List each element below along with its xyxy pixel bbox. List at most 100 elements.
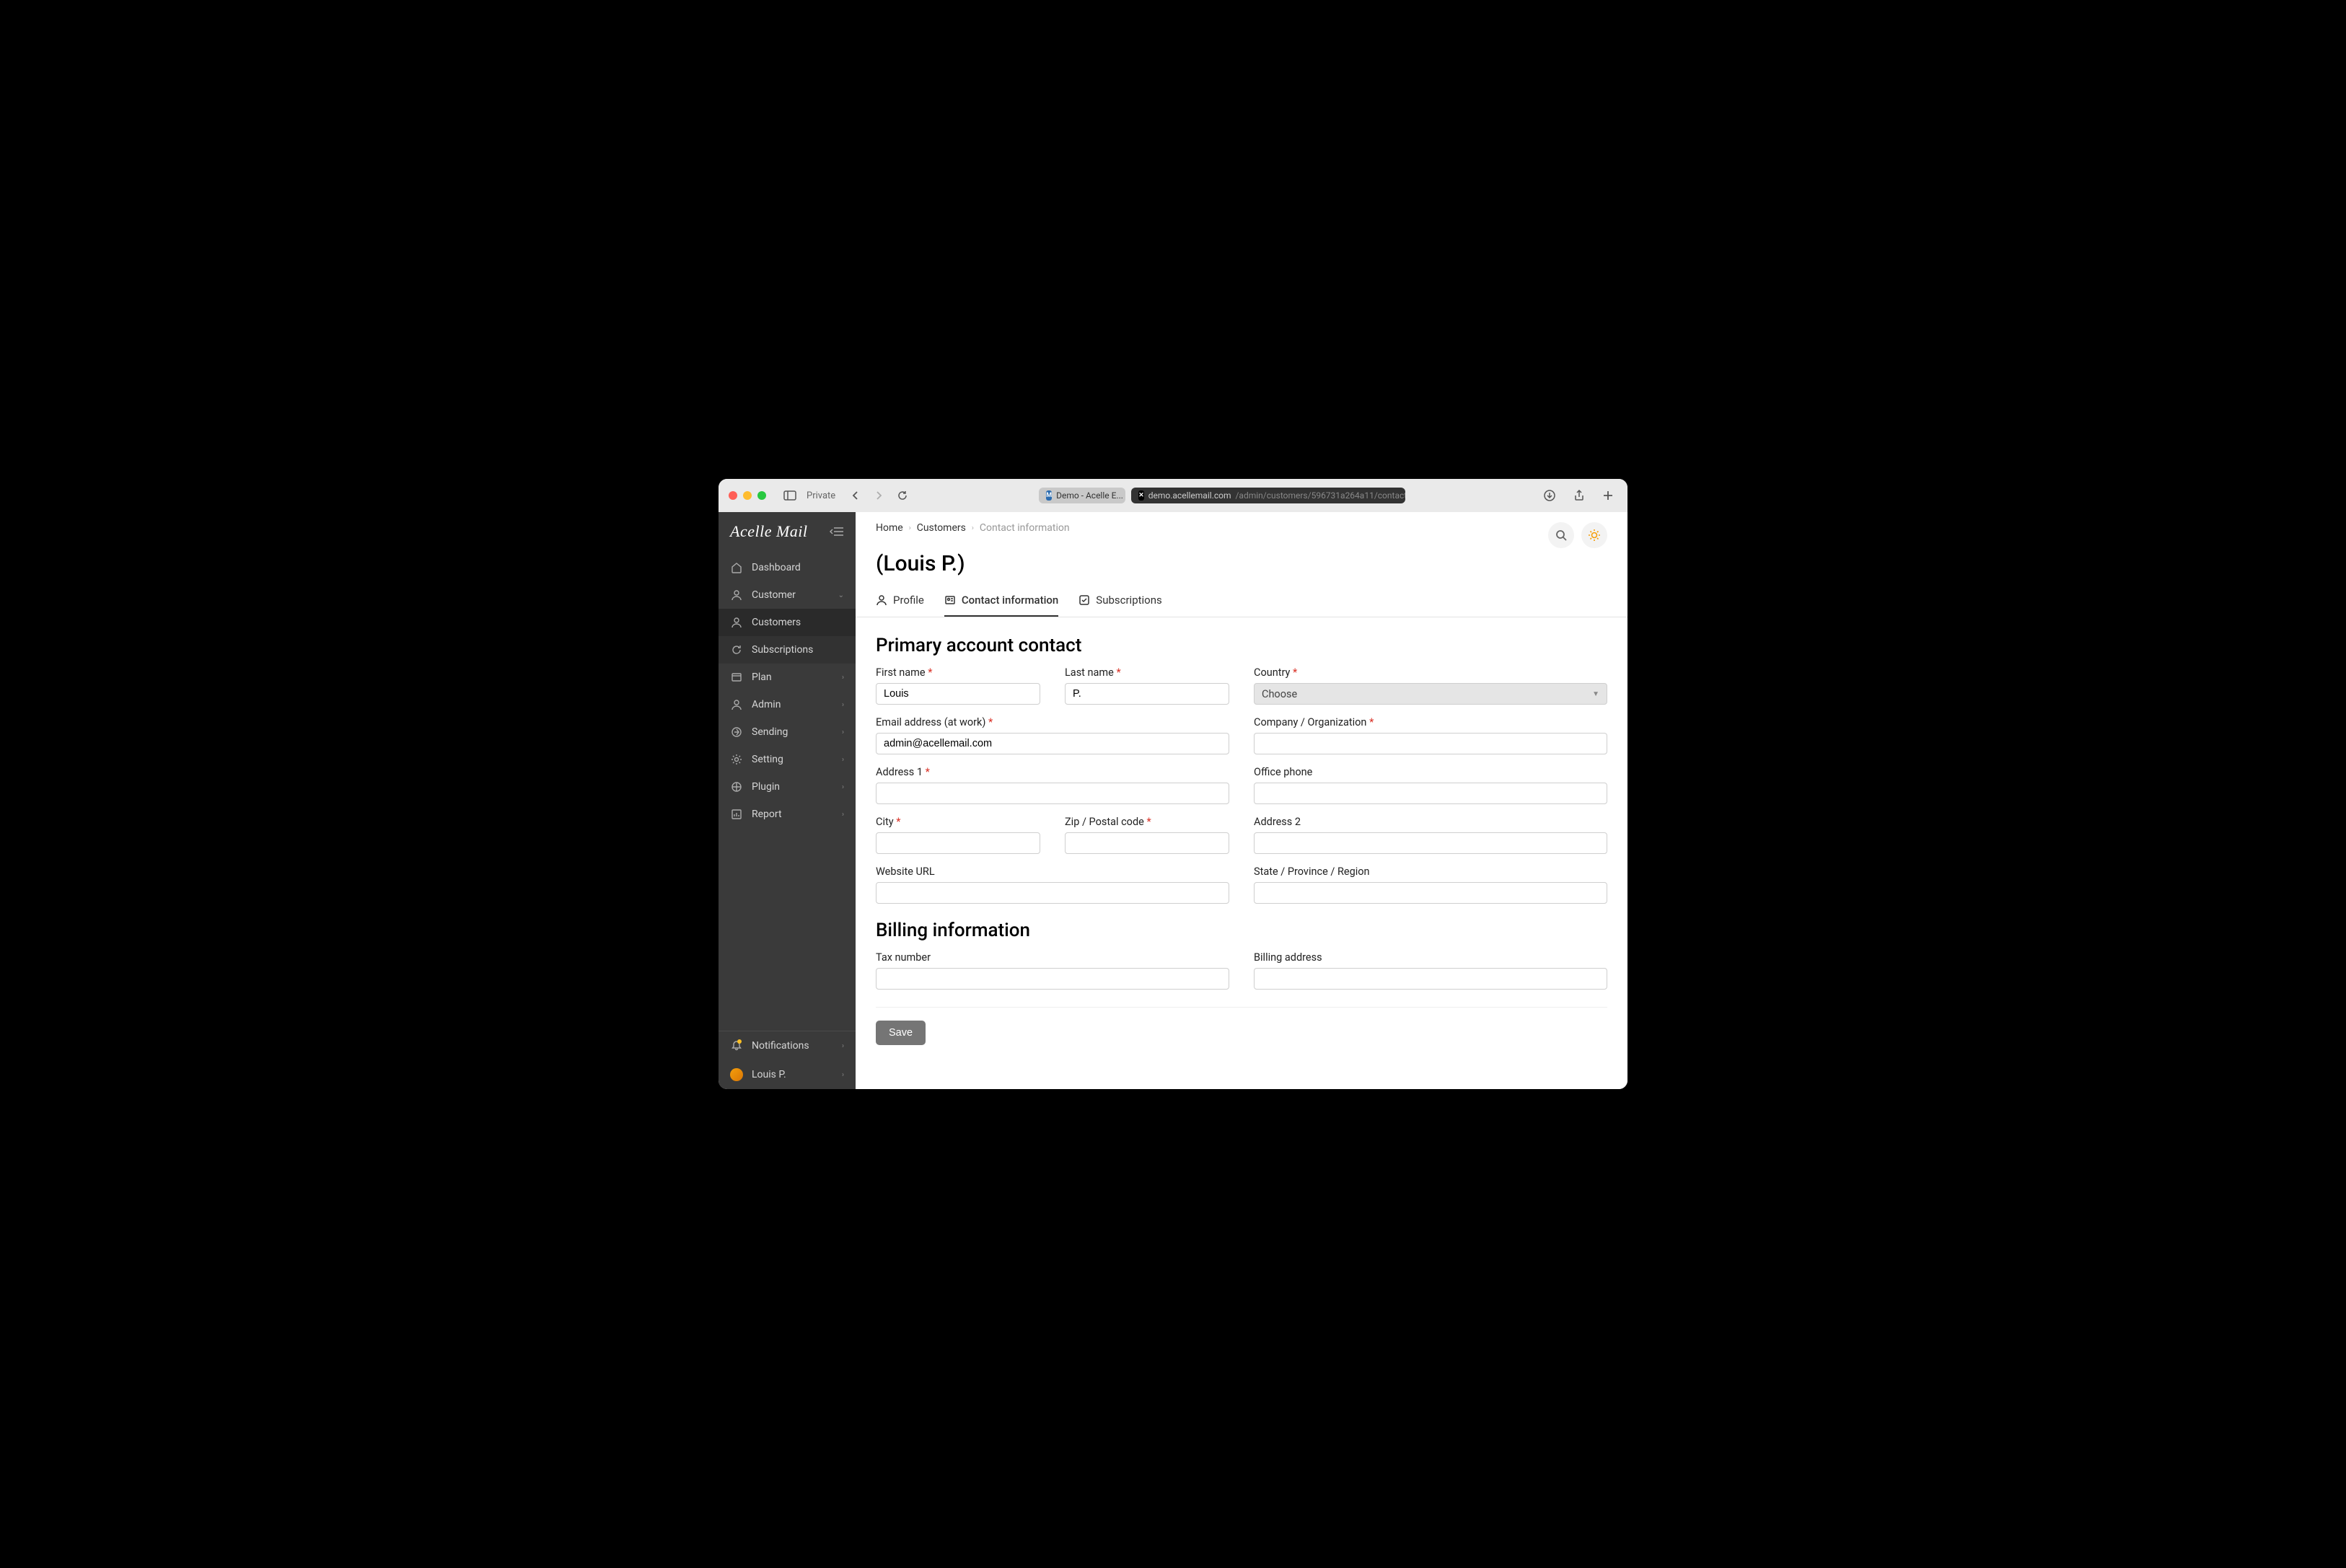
chevron-right-icon: › (842, 728, 844, 736)
tab-subscriptions[interactable]: Subscriptions (1078, 586, 1161, 617)
billing-address-input[interactable] (1254, 968, 1607, 990)
gear-icon (730, 753, 743, 766)
city-input[interactable] (876, 832, 1040, 854)
tab-label: Subscriptions (1096, 594, 1161, 607)
traffic-lights (729, 491, 766, 500)
sidebar-item-user[interactable]: Louis P. › (719, 1060, 856, 1089)
tax-input[interactable] (876, 968, 1229, 990)
sidebar-item-customers[interactable]: Customers (719, 609, 856, 636)
sidebar-item-label: Report (752, 809, 782, 820)
website-input[interactable] (876, 882, 1229, 904)
field-country: Country * Choose ▼ (1254, 666, 1607, 705)
sidebar-item-customer[interactable]: Customer ⌄ (719, 581, 856, 609)
top-actions (1548, 522, 1607, 548)
download-icon[interactable] (1539, 487, 1560, 504)
plugin-icon (730, 780, 743, 793)
sidebar-item-label: Admin (752, 699, 781, 710)
field-tax: Tax number (876, 951, 1229, 990)
chevron-right-icon: › (842, 1042, 844, 1050)
chevron-right-icon: › (842, 701, 844, 709)
section-title-billing: Billing information (876, 920, 1607, 941)
state-input[interactable] (1254, 882, 1607, 904)
breadcrumb-home[interactable]: Home (876, 522, 903, 534)
label-last-name: Last name * (1065, 666, 1229, 679)
sidebar-item-label: Subscriptions (752, 644, 813, 656)
field-website: Website URL (876, 866, 1229, 904)
sidebar-collapse-icon[interactable] (830, 527, 844, 537)
window-close-button[interactable] (729, 491, 737, 500)
breadcrumb-customers[interactable]: Customers (917, 522, 966, 534)
label-city: City * (876, 816, 1040, 828)
sidebar-item-setting[interactable]: Setting › (719, 746, 856, 773)
office-phone-input[interactable] (1254, 783, 1607, 804)
field-email: Email address (at work) * (876, 716, 1229, 754)
back-button[interactable] (847, 488, 864, 503)
private-label: Private (807, 490, 835, 501)
new-tab-icon[interactable] (1599, 488, 1617, 503)
content-area: Primary account contact First name * Las… (856, 617, 1627, 1067)
tabs: Profile Contact information Subscription… (856, 586, 1627, 617)
address1-input[interactable] (876, 783, 1229, 804)
sidebar-item-plan[interactable]: Plan › (719, 664, 856, 691)
browser-tab-inactive[interactable]: M Demo - Acelle E... (1039, 488, 1125, 503)
sidebar-item-label: Notifications (752, 1040, 809, 1052)
browser-window: Private M Demo - Acelle E... ✕ demo.acel… (719, 479, 1627, 1089)
sidebar-item-subscriptions[interactable]: Subscriptions (719, 636, 856, 664)
tab-profile[interactable]: Profile (876, 586, 924, 617)
sidebar-item-sending[interactable]: Sending › (719, 718, 856, 746)
company-input[interactable] (1254, 733, 1607, 754)
search-button[interactable] (1548, 522, 1574, 548)
last-name-input[interactable] (1065, 683, 1229, 705)
save-button[interactable]: Save (876, 1021, 926, 1045)
profile-icon (876, 594, 887, 606)
favicon-icon: M (1046, 490, 1052, 501)
page-title: (Louis P.) (856, 548, 1627, 586)
sidebar-item-label: Plan (752, 671, 772, 683)
email-input[interactable] (876, 733, 1229, 754)
country-select[interactable]: Choose ▼ (1254, 683, 1607, 705)
chevron-right-icon: › (842, 811, 844, 819)
label-office-phone: Office phone (1254, 766, 1607, 778)
label-country: Country * (1254, 666, 1607, 679)
contact-icon (944, 594, 956, 606)
field-company: Company / Organization * (1254, 716, 1607, 754)
field-address1: Address 1 * (876, 766, 1229, 804)
breadcrumb: Home › Customers › Contact information (876, 522, 1070, 534)
home-icon (730, 561, 743, 574)
sidebar-nav: Dashboard Customer ⌄ Customers Subscript… (719, 554, 856, 1031)
plan-icon (730, 671, 743, 684)
sidebar-item-dashboard[interactable]: Dashboard (719, 554, 856, 581)
chevron-right-icon: › (842, 674, 844, 682)
address2-input[interactable] (1254, 832, 1607, 854)
sidebar-item-label: Setting (752, 754, 783, 765)
field-zip: Zip / Postal code * (1065, 816, 1229, 854)
sidebar-item-admin[interactable]: Admin › (719, 691, 856, 718)
zip-input[interactable] (1065, 832, 1229, 854)
field-last-name: Last name * (1065, 666, 1229, 705)
sidebar-item-notifications[interactable]: Notifications › (719, 1031, 856, 1060)
browser-tab-active[interactable]: ✕ demo.acellemail.com/admin/customers/59… (1131, 488, 1405, 503)
avatar (730, 1068, 743, 1081)
tab-contact[interactable]: Contact information (944, 586, 1058, 617)
sidebar: Acelle Mail Dashboard Customer ⌄ Custom (719, 512, 856, 1089)
form-grid: First name * Last name * Email address (… (876, 666, 1607, 904)
breadcrumb-separator: › (909, 524, 911, 532)
forward-button[interactable] (870, 488, 887, 503)
share-icon[interactable] (1570, 487, 1589, 504)
chevron-right-icon: › (842, 783, 844, 791)
label-email: Email address (at work) * (876, 716, 1229, 728)
window-minimize-button[interactable] (743, 491, 752, 500)
sun-icon (1588, 529, 1601, 542)
sidebar-toggle-icon[interactable] (779, 488, 801, 503)
divider (876, 1007, 1607, 1008)
chevron-down-icon: ▼ (1592, 690, 1599, 698)
reload-button[interactable] (893, 488, 912, 503)
theme-button[interactable] (1581, 522, 1607, 548)
field-billing-address: Billing address (1254, 951, 1607, 990)
sidebar-item-report[interactable]: Report › (719, 801, 856, 828)
first-name-input[interactable] (876, 683, 1040, 705)
sidebar-item-label: Sending (752, 726, 788, 738)
breadcrumb-current: Contact information (980, 522, 1070, 534)
sidebar-item-plugin[interactable]: Plugin › (719, 773, 856, 801)
window-zoom-button[interactable] (757, 491, 766, 500)
